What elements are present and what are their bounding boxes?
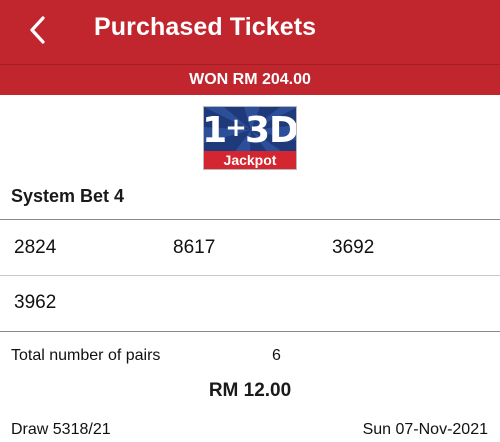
divider: [0, 275, 500, 276]
logo-top-panel: 1 +3D: [204, 107, 296, 153]
logo-jackpot-label: Jackpot: [204, 151, 296, 169]
page-title: Purchased Tickets: [94, 13, 317, 41]
app-bar: Purchased Tickets: [0, 0, 500, 64]
draw-number: Draw 5318/21: [11, 421, 111, 438]
draw-date: Sun 07-Nov-2021: [362, 421, 488, 438]
pairs-label: Total number of pairs: [11, 347, 161, 364]
logo-main-text: 1 +3D: [204, 109, 296, 151]
total-amount: RM 12.00: [208, 380, 292, 401]
bet-type-label: System Bet 4: [11, 186, 125, 206]
divider: [0, 331, 500, 332]
divider: [0, 219, 500, 220]
game-logo: 1 +3D Jackpot: [203, 106, 297, 170]
ticket-number: 3962: [14, 292, 57, 313]
ticket-number: 8617: [173, 237, 216, 258]
chevron-left-icon: [30, 16, 45, 44]
ticket-number: 2824: [14, 237, 57, 258]
won-amount-banner: WON RM 204.00: [0, 64, 500, 95]
back-button[interactable]: [18, 10, 58, 50]
pairs-value: 6: [272, 347, 281, 364]
ticket-number: 3692: [332, 237, 375, 258]
